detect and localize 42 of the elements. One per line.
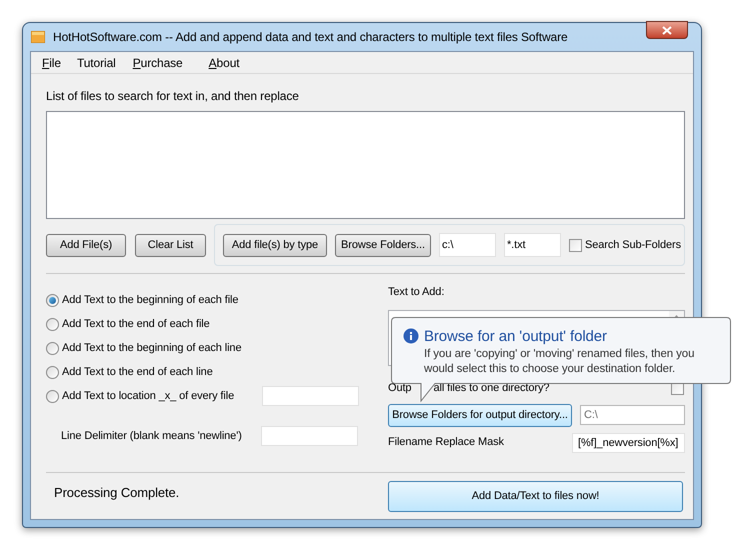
menu-item[interactable]: Tutorial — [76, 54, 117, 72]
radio-button[interactable] — [46, 294, 59, 306]
close-button[interactable] — [646, 21, 688, 39]
mask-label: Filename Replace Mask — [388, 435, 504, 450]
radio-button[interactable] — [46, 318, 59, 330]
radio-label: Add Text to the beginning of each line — [62, 340, 242, 356]
radio-label: Add Text to the end of each line — [62, 364, 214, 380]
radio-button[interactable] — [46, 366, 59, 378]
status-text: Processing Complete. — [54, 484, 180, 502]
radio-label: Add Text to the end of each file — [62, 316, 211, 332]
radio-label: Add Text to the beginning of each file — [62, 292, 240, 308]
output-label: Outp — [388, 381, 412, 396]
folder-field[interactable]: c:\ — [439, 233, 496, 257]
menu-item[interactable]: File — [41, 54, 62, 72]
radio-label: Add Text to location _x_ of every file — [62, 388, 236, 404]
info-icon — [403, 328, 419, 344]
radio-button[interactable] — [46, 342, 59, 354]
add-by-type-button[interactable]: Add file(s) by type — [223, 234, 327, 256]
location-field[interactable] — [262, 386, 359, 406]
file-type-field[interactable]: *.txt — [504, 233, 561, 257]
browse-folders-button[interactable]: Browse Folders... — [335, 234, 431, 256]
file-list[interactable] — [46, 111, 685, 219]
tooltip-title: Browse for an 'output' folder — [424, 328, 607, 344]
delimiter-label: Line Delimiter (blank means 'newline') — [61, 428, 243, 444]
delimiter-field[interactable] — [261, 426, 358, 446]
window-title: HotHotSoftware.com -- Add and append data and text and characters to multiple text files Software — [53, 29, 568, 46]
list-label: List of files to search for text in, and then replace — [46, 88, 300, 105]
close-icon — [662, 26, 672, 34]
tooltip-text: If you are 'copying' or 'moving' renamed files, then you would select this to choose your destination folder. — [424, 347, 696, 377]
browse-output-button[interactable]: Browse Folders for output directory... — [388, 404, 572, 426]
add-files-button[interactable]: Add File(s) — [46, 234, 126, 256]
menu-item[interactable]: About — [208, 54, 241, 72]
text-to-add-label: Text to Add: — [388, 285, 446, 300]
clear-list-button[interactable]: Clear List — [135, 234, 206, 256]
menu-item[interactable]: Purchase — [132, 54, 184, 72]
output-directory-field[interactable]: C:\ — [580, 405, 685, 425]
app-icon — [31, 31, 45, 43]
run-button[interactable]: Add Data/Text to files now! — [388, 481, 683, 512]
mask-field[interactable]: [%f]_newversion[%x] — [572, 432, 685, 452]
checkbox[interactable] — [569, 238, 582, 252]
checkbox-label: Search Sub-Folders — [585, 238, 682, 253]
radio-button[interactable] — [46, 390, 59, 402]
